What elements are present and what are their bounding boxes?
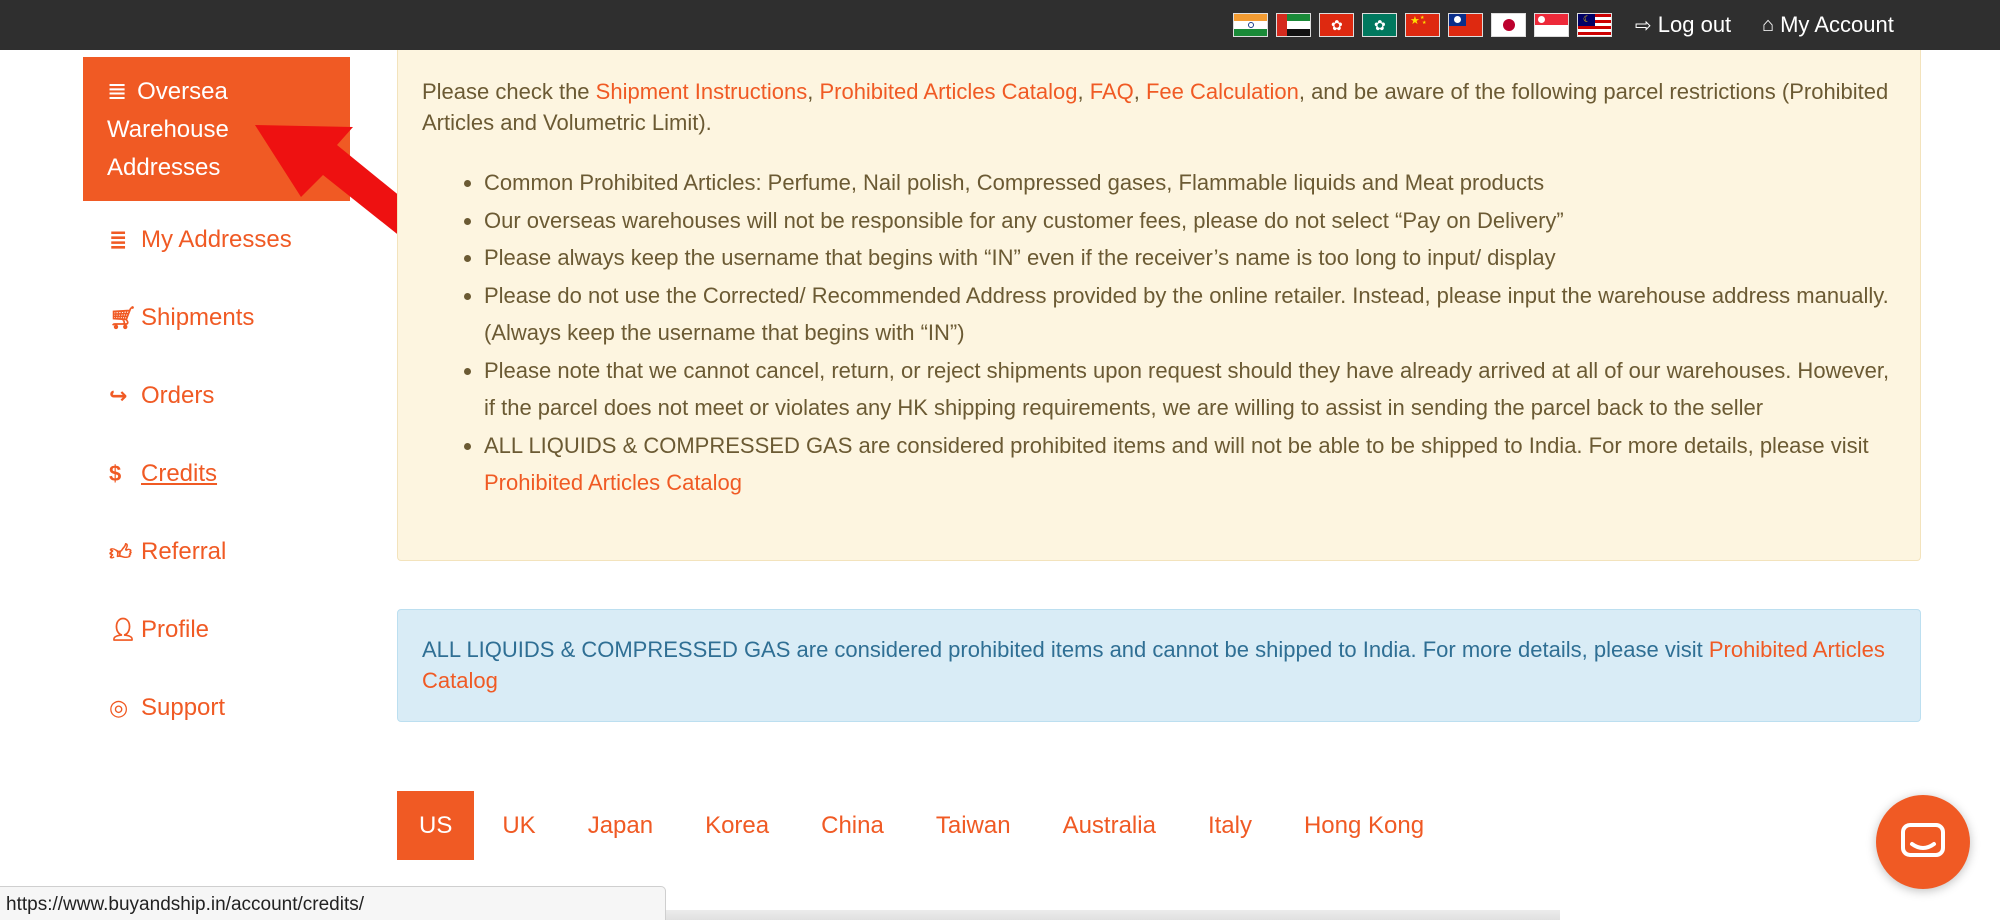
fee-calculation-link[interactable]: Fee Calculation (1146, 79, 1299, 104)
flag-japan-icon[interactable] (1491, 13, 1526, 37)
liquids-info-alert: ALL LIQUIDS & COMPRESSED GAS are conside… (397, 609, 1921, 722)
sidebar-item-referral[interactable]: 👍︎ Referral (83, 513, 350, 591)
restrictions-list: Common Prohibited Articles: Perfume, Nai… (422, 164, 1896, 502)
sidebar-item-label: Oversea (137, 78, 228, 105)
list-item: Please always keep the username that beg… (484, 239, 1896, 277)
flag-china-icon[interactable]: ★ ★ ★ (1405, 13, 1440, 37)
home-icon: ⌂ (1762, 13, 1775, 36)
flag-malaysia-icon[interactable]: ☾ (1577, 13, 1612, 37)
tab-china[interactable]: China (795, 791, 910, 860)
prohibited-articles-link[interactable]: Prohibited Articles Catalog (819, 79, 1077, 104)
notice-text: Please check the (422, 79, 596, 104)
sidebar-item-label: Orders (141, 382, 215, 409)
sidebar-item-support[interactable]: ◎ Support (83, 669, 350, 747)
notice-text: , (1077, 79, 1090, 104)
sidebar-item-orders[interactable]: ↪ Orders (83, 357, 350, 435)
dollar-icon: $ (109, 461, 122, 486)
sidebar-item-profile[interactable]: 👤︎ Profile (83, 591, 350, 669)
my-account-label: My Account (1780, 12, 1894, 37)
list-item: Please note that we cannot cancel, retur… (484, 352, 1896, 427)
tab-korea[interactable]: Korea (679, 791, 795, 860)
flag-singapore-icon[interactable] (1534, 13, 1569, 37)
flag-india-icon[interactable] (1233, 13, 1268, 37)
chat-bubble-icon (1901, 823, 1945, 857)
tab-us[interactable]: US (397, 791, 475, 860)
tab-taiwan[interactable]: Taiwan (910, 791, 1037, 860)
list-item-text: ALL LIQUIDS & COMPRESSED GAS are conside… (484, 432, 1869, 458)
thumbs-up-icon: 👍︎ (109, 539, 132, 565)
user-icon: 👤︎ (109, 617, 137, 642)
top-navbar: ✿ ✿ ★ ★ ★ ☾ ⇨ Log out ⌂ My Account (0, 0, 2000, 50)
tab-hong-kong[interactable]: Hong Kong (1278, 791, 1450, 860)
cart-icon: 🛒︎ (109, 305, 137, 330)
sidebar-item-label: Shipments (141, 304, 255, 331)
share-icon: ↪ (109, 383, 128, 408)
sidebar-item-label: Profile (141, 616, 210, 643)
sidebar-item-label: Referral (141, 538, 227, 565)
sign-out-icon: ⇨ (1635, 14, 1652, 37)
tab-italy[interactable]: Italy (1182, 791, 1278, 860)
sidebar-item-label: Support (141, 694, 226, 721)
parcel-restrictions-notice: Please check the Shipment Instructions, … (397, 50, 1921, 561)
logout-link[interactable]: ⇨ Log out (1635, 0, 1731, 50)
flag-uae-icon[interactable] (1276, 13, 1311, 37)
sidebar-item-credits[interactable]: $ Credits (83, 435, 350, 513)
tab-uk[interactable]: UK (476, 791, 561, 860)
faq-link[interactable]: FAQ (1090, 79, 1134, 104)
notice-text: , (1133, 79, 1146, 104)
lifebuoy-icon: ◎ (109, 695, 129, 720)
logout-label: Log out (1657, 12, 1732, 37)
info-text: ALL LIQUIDS & COMPRESSED GAS are conside… (422, 637, 1709, 662)
tab-australia[interactable]: Australia (1037, 791, 1182, 860)
prohibited-articles-link[interactable]: Prohibited Articles Catalog (484, 470, 742, 495)
list-item: Please do not use the Corrected/ Recomme… (484, 277, 1896, 352)
notice-intro: Please check the Shipment Instructions, … (422, 76, 1896, 138)
list-item: ALL LIQUIDS & COMPRESSED GAS are conside… (484, 427, 1896, 502)
chat-launcher-button[interactable] (1876, 795, 1970, 889)
list-item: Common Prohibited Articles: Perfume, Nai… (484, 164, 1896, 202)
flag-taiwan-icon[interactable] (1448, 13, 1483, 37)
notice-text: , (807, 79, 820, 104)
country-flags: ✿ ✿ ★ ★ ★ ☾ (1233, 13, 1612, 37)
sidebar-item-label: Credits (141, 460, 218, 487)
list-icon: ≣ (109, 227, 128, 252)
tab-japan[interactable]: Japan (562, 791, 679, 860)
list-icon: ≣ (107, 78, 128, 105)
status-url: https://www.buyandship.in/account/credit… (6, 894, 365, 915)
my-account-link[interactable]: ⌂ My Account (1762, 0, 1894, 50)
list-item: Our overseas warehouses will not be resp… (484, 202, 1896, 240)
shipment-instructions-link[interactable]: Shipment Instructions (596, 79, 808, 104)
warehouse-country-tabs: US UK Japan Korea China Taiwan Australia… (397, 791, 1450, 860)
sidebar-item-shipments[interactable]: 🛒︎ Shipments (83, 279, 350, 357)
flag-macau-icon[interactable]: ✿ (1362, 13, 1397, 37)
flag-hong-kong-icon[interactable]: ✿ (1319, 13, 1354, 37)
browser-status-bar: https://www.buyandship.in/account/credit… (0, 886, 666, 920)
